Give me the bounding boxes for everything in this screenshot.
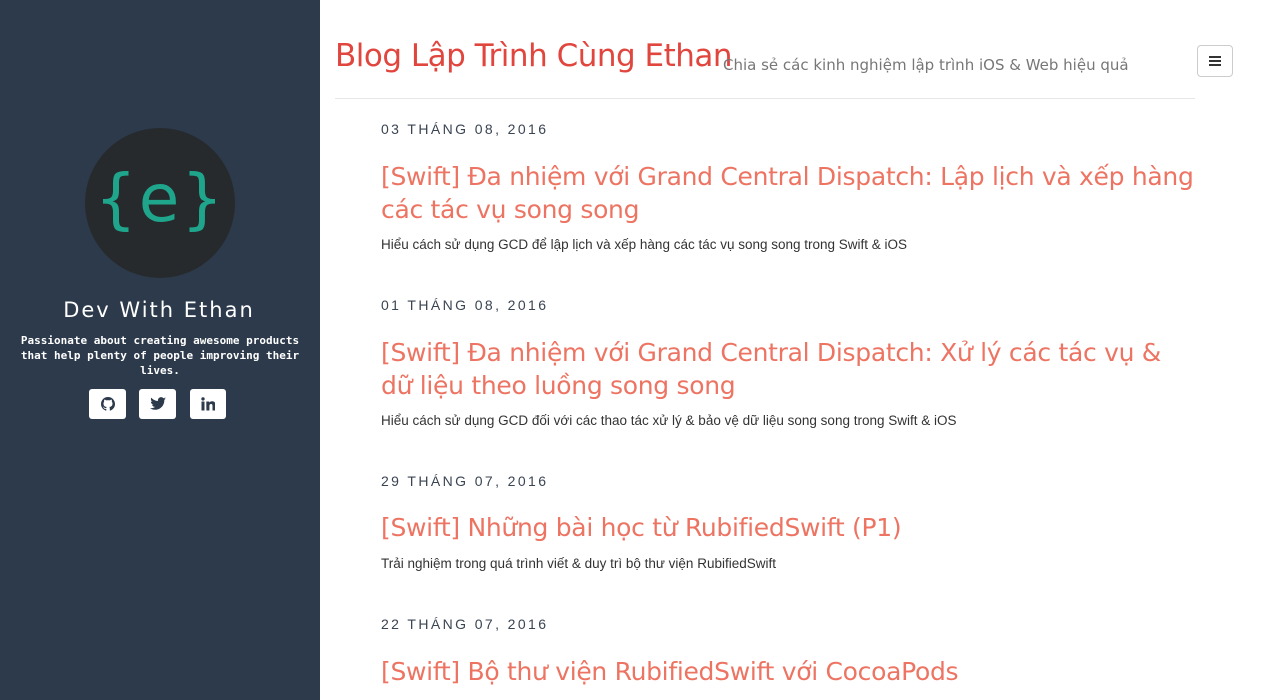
sidebar: {e} Dev With Ethan Passionate about crea… bbox=[0, 0, 320, 700]
site-logo[interactable]: {e} bbox=[85, 128, 235, 278]
github-icon bbox=[100, 396, 116, 412]
header-divider bbox=[335, 98, 1195, 99]
site-tagline: Passionate about creating awesome produc… bbox=[20, 334, 300, 377]
twitter-icon bbox=[149, 397, 166, 411]
post-description: Trải nghiệm trong quá trình viết & duy t… bbox=[381, 556, 776, 571]
blog-title[interactable]: Blog Lập Trình Cùng Ethan bbox=[335, 38, 733, 74]
hamburger-menu-icon bbox=[1209, 54, 1221, 69]
post-description: Hiểu cách sử dụng GCD đối với các thao t… bbox=[381, 413, 957, 428]
post-title-link[interactable]: [Swift] Đa nhiệm với Grand Central Dispa… bbox=[381, 336, 1196, 402]
post-description: Hiểu cách sử dụng GCD để lập lịch và xếp… bbox=[381, 237, 908, 252]
post-title-link[interactable]: [Swift] Bộ thư viện RubifiedSwift với Co… bbox=[381, 655, 1196, 688]
post-date: 03 THÁNG 08, 2016 bbox=[381, 121, 549, 137]
post-title-link[interactable]: [Swift] Đa nhiệm với Grand Central Dispa… bbox=[381, 160, 1196, 226]
post-date: 29 THÁNG 07, 2016 bbox=[381, 473, 549, 489]
post-date: 22 THÁNG 07, 2016 bbox=[381, 616, 549, 632]
logo-text: {e} bbox=[94, 160, 226, 237]
site-name: Dev With Ethan bbox=[63, 298, 255, 322]
post-date: 01 THÁNG 08, 2016 bbox=[381, 297, 549, 313]
github-link[interactable] bbox=[89, 389, 126, 419]
blog-subtitle: Chia sẻ các kinh nghiệm lập trình iOS & … bbox=[723, 56, 1129, 74]
twitter-link[interactable] bbox=[139, 389, 176, 419]
menu-toggle-button[interactable] bbox=[1197, 45, 1233, 77]
linkedin-icon bbox=[201, 397, 215, 411]
linkedin-link[interactable] bbox=[190, 389, 226, 419]
post-title-link[interactable]: [Swift] Những bài học từ RubifiedSwift (… bbox=[381, 511, 1196, 544]
